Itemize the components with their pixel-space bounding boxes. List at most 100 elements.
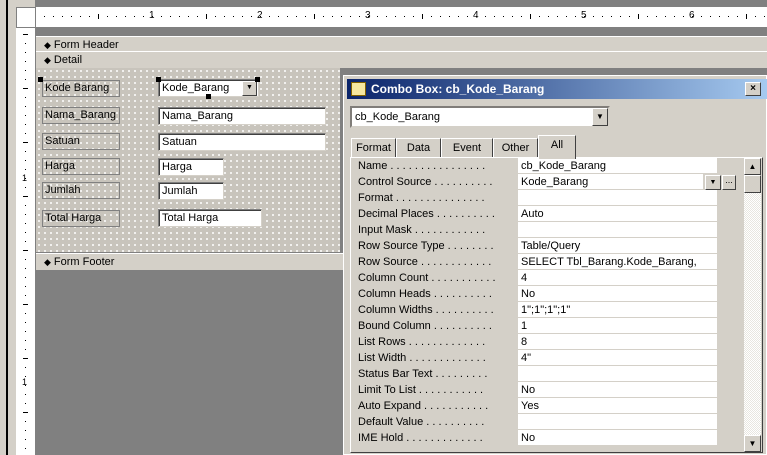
label-nama-barang[interactable]: Nama_Barang (42, 107, 120, 124)
selection-handle[interactable] (206, 94, 211, 99)
property-row[interactable]: Default Value . . . . . . . . . . (355, 414, 720, 430)
object-selector[interactable]: cb_Kode_Barang ▼ (350, 106, 610, 128)
property-row[interactable]: Auto Expand . . . . . . . . . . . Yes (355, 398, 720, 414)
ruler-tick (206, 14, 207, 19)
property-row[interactable]: Row Source Type . . . . . . . . Table/Que… (355, 238, 720, 254)
property-grid[interactable]: Name . . . . . . . . . . . . . . . . cb_K… (355, 158, 720, 453)
property-value[interactable] (518, 414, 717, 430)
property-value[interactable] (518, 222, 717, 238)
property-value[interactable]: SELECT Tbl_Barang.Kode_Barang, (518, 254, 717, 270)
label-jumlah[interactable]: Jumlah (42, 182, 120, 199)
property-value[interactable]: 8 (518, 334, 717, 350)
ruler-tick (269, 16, 270, 17)
tab-all[interactable]: All (538, 135, 576, 159)
tab-other[interactable]: Other (493, 138, 538, 158)
ruler-tick (296, 16, 297, 17)
textbox-harga[interactable]: Harga (158, 158, 224, 176)
ruler-tick (755, 16, 756, 17)
property-row[interactable]: Column Count . . . . . . . . . . . 4 (355, 270, 720, 286)
property-value[interactable]: 1 (518, 318, 717, 334)
property-value[interactable]: 4 (518, 270, 717, 286)
textbox-jumlah[interactable]: Jumlah (158, 182, 224, 200)
ruler-tick (764, 16, 765, 17)
ruler-tick (25, 430, 26, 431)
scroll-down-icon[interactable]: ▼ (744, 435, 761, 452)
property-row[interactable]: List Width . . . . . . . . . . . . . 4" (355, 350, 720, 366)
ruler-tick (25, 187, 26, 188)
property-value[interactable] (518, 190, 717, 206)
ruler-tick (143, 16, 144, 17)
scroll-up-icon[interactable]: ▲ (744, 158, 761, 175)
property-value[interactable]: 4" (518, 350, 717, 366)
label-kode-barang[interactable]: Kode Barang (42, 80, 120, 97)
control-source-dropdown-icon[interactable]: ▼ (705, 175, 721, 190)
ruler-tick (44, 16, 45, 17)
ruler-tick (431, 16, 432, 17)
property-value[interactable]: No (518, 382, 717, 398)
property-row[interactable]: Decimal Places . . . . . . . . . . Auto (355, 206, 720, 222)
property-row[interactable]: Column Widths . . . . . . . . . . 1";1";1… (355, 302, 720, 318)
property-value[interactable]: No (518, 286, 717, 302)
vertical-ruler[interactable]: 11 (16, 28, 36, 455)
textbox-total-harga[interactable]: Total Harga (158, 209, 262, 227)
horizontal-ruler[interactable]: 1234567 (36, 7, 767, 28)
tab-event[interactable]: Event (441, 138, 493, 158)
ruler-tick (512, 16, 513, 17)
ruler-tick (25, 331, 26, 332)
property-sheet-titlebar[interactable]: Combo Box: cb_Kode_Barang (347, 79, 767, 99)
property-row[interactable]: Control Source . . . . . . . . . . Kode_B… (355, 174, 720, 190)
property-row[interactable]: Input Mask . . . . . . . . . . . . (355, 222, 720, 238)
ruler-tick (170, 16, 171, 17)
property-name: Auto Expand . . . . . . . . . . . (358, 400, 489, 412)
ruler-tick (701, 16, 702, 17)
property-row[interactable]: Limit To List . . . . . . . . . . . No (355, 382, 720, 398)
property-value[interactable] (518, 366, 717, 382)
build-button[interactable]: ... (722, 175, 736, 190)
property-value[interactable]: Kode_Barang (518, 174, 703, 190)
ruler-tick (377, 16, 378, 17)
tab-data[interactable]: Data (396, 138, 441, 158)
move-handle[interactable] (38, 77, 43, 82)
detail-section-bar[interactable]: ◆ Detail (36, 51, 767, 69)
ruler-number: 5 (581, 10, 587, 21)
property-name: Format . . . . . . . . . . . . . . . (358, 192, 485, 204)
tab-format[interactable]: Format (351, 138, 396, 158)
ruler-tick (116, 16, 117, 17)
property-row[interactable]: Format . . . . . . . . . . . . . . . (355, 190, 720, 206)
property-value[interactable]: No (518, 430, 717, 446)
chevron-down-icon[interactable]: ▼ (592, 108, 608, 126)
property-row[interactable]: IME Hold . . . . . . . . . . . . . No (355, 430, 720, 446)
property-value[interactable]: Table/Query (518, 238, 717, 254)
textbox-nama-barang[interactable]: Nama_Barang (158, 107, 326, 125)
property-row[interactable]: Bound Column . . . . . . . . . . 1 (355, 318, 720, 334)
property-value[interactable]: Auto (518, 206, 717, 222)
property-value[interactable]: cb_Kode_Barang (518, 158, 717, 174)
property-row[interactable]: Row Source . . . . . . . . . . . . SELECT… (355, 254, 720, 270)
label-total-harga[interactable]: Total Harga (42, 210, 120, 227)
property-row[interactable]: Name . . . . . . . . . . . . . . . . cb_K… (355, 158, 720, 174)
property-row[interactable]: List Rows . . . . . . . . . . . . . 8 (355, 334, 720, 350)
ruler-tick (710, 16, 711, 17)
ruler-tick (25, 205, 26, 206)
ruler-tick (25, 241, 26, 242)
scroll-thumb[interactable] (744, 175, 761, 193)
label-satuan[interactable]: Satuan (42, 133, 120, 150)
ruler-tick (25, 70, 26, 71)
close-button[interactable]: × (745, 82, 761, 96)
property-value[interactable]: 1";1";1";1" (518, 302, 717, 318)
ruler-tick (575, 16, 576, 17)
textbox-satuan[interactable]: Satuan (158, 133, 326, 151)
selection-handle[interactable] (255, 77, 260, 82)
label-harga[interactable]: Harga (42, 158, 120, 175)
ruler-corner[interactable] (16, 7, 36, 28)
combo-dropdown-icon[interactable]: ▼ (242, 81, 257, 96)
ruler-tick (25, 448, 26, 449)
property-scrollbar[interactable]: ▲ ▼ (744, 158, 761, 452)
property-row[interactable]: Column Heads . . . . . . . . . . No (355, 286, 720, 302)
property-sheet-title: Combo Box: cb_Kode_Barang (371, 82, 545, 96)
property-row[interactable]: Status Bar Text . . . . . . . . . (355, 366, 720, 382)
ruler-tick (503, 16, 504, 17)
selection-handle[interactable] (156, 77, 161, 82)
ruler-tick (25, 61, 26, 62)
property-value[interactable]: Yes (518, 398, 717, 414)
